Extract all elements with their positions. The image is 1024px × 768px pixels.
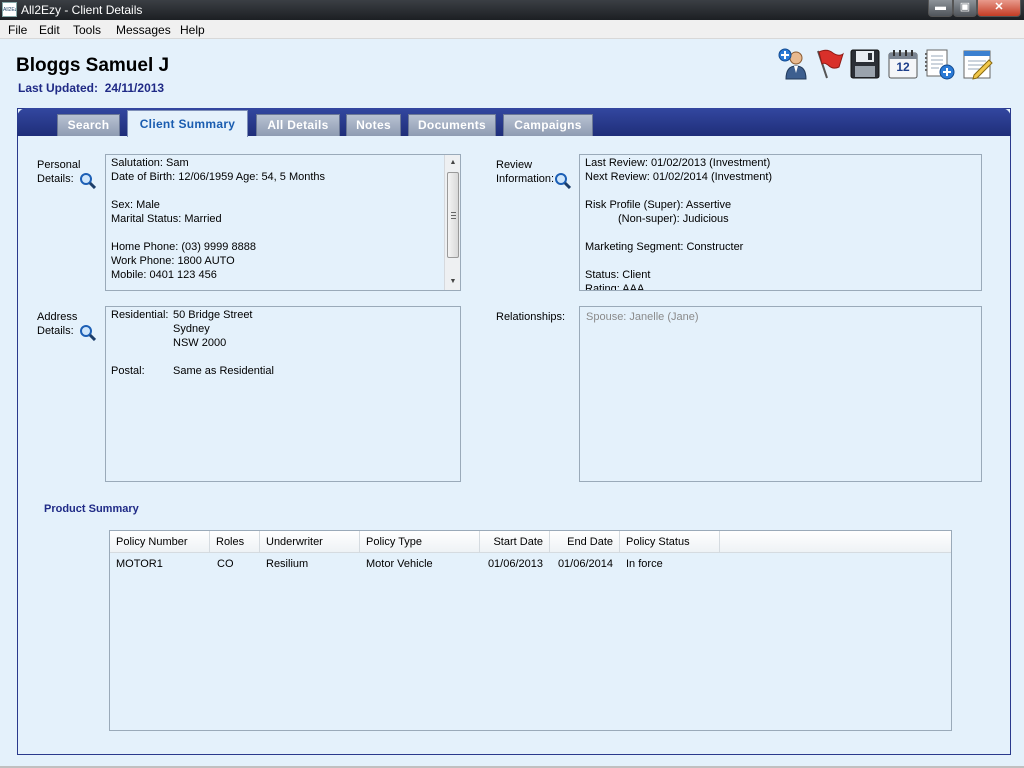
cell-policy-type: Motor Vehicle [366, 558, 433, 570]
address-details-box: Residential: 50 Bridge Street Sydney NSW… [105, 306, 461, 482]
review-rating: Rating: AAA [585, 283, 645, 291]
relationships-label: Relationships: [496, 311, 566, 323]
relationship-spouse[interactable]: Spouse: Janelle (Jane) [586, 311, 699, 323]
col-policy-status[interactable]: Policy Status [620, 531, 720, 553]
review-information-label: Review Information: [496, 159, 555, 185]
cell-end-date: 01/06/2014 [557, 558, 613, 570]
review-next-review: Next Review: 01/02/2014 (Investment) [585, 171, 773, 183]
calendar-icon[interactable]: 12 [887, 48, 919, 80]
product-summary-table: Policy Number Roles Underwriter Policy T… [109, 530, 952, 731]
relationships-box: Spouse: Janelle (Jane) [579, 306, 982, 482]
col-start-date[interactable]: Start Date [480, 531, 550, 553]
edit-notes-icon[interactable] [961, 48, 993, 80]
menu-bar: File Edit Tools Messages Help [0, 20, 1024, 39]
col-policy-type[interactable]: Policy Type [360, 531, 480, 553]
cell-policy-number: MOTOR1 [116, 558, 163, 570]
calendar-day: 12 [896, 60, 910, 74]
cell-start-date: 01/06/2013 [487, 558, 543, 570]
residential-state-postcode: NSW 2000 [173, 337, 227, 349]
personal-details-label: Personal Details: [37, 159, 81, 185]
tab-search[interactable]: Search [57, 114, 120, 136]
menu-messages[interactable]: Messages [116, 23, 171, 37]
personal-home-phone: Home Phone: (03) 9999 8888 [111, 241, 256, 253]
col-underwriter[interactable]: Underwriter [260, 531, 360, 553]
minimize-button[interactable]: ▬ [928, 0, 953, 17]
scroll-down-icon[interactable]: ▼ [445, 274, 460, 290]
tab-documents[interactable]: Documents [408, 114, 496, 136]
personal-marital-status: Marital Status: Married [111, 213, 222, 225]
close-button[interactable]: ✕ [977, 0, 1021, 17]
last-updated-label: Last Updated: [18, 81, 99, 95]
tab-campaigns[interactable]: Campaigns [503, 114, 593, 136]
flag-icon[interactable] [813, 48, 845, 80]
residential-label: Residential: [111, 309, 169, 321]
personal-details-search-icon[interactable] [79, 172, 96, 189]
last-updated-value: 24/11/2013 [104, 81, 165, 95]
personal-sex: Sex: Male [111, 199, 160, 211]
personal-dob: Date of Birth: 12/06/1959 Age: 54, 5 Mon… [111, 171, 326, 183]
personal-details-box: Salutation: Sam Date of Birth: 12/06/195… [105, 154, 461, 291]
menu-file[interactable]: File [8, 23, 27, 37]
product-summary-title: Product Summary [44, 503, 139, 515]
col-roles[interactable]: Roles [210, 531, 260, 553]
window-title: All2Ezy - Client Details [21, 3, 143, 17]
tab-client-summary[interactable]: Client Summary [127, 110, 248, 137]
cell-policy-status: In force [626, 558, 663, 570]
cell-underwriter: Resilium [266, 558, 309, 570]
personal-details-scrollbar[interactable]: ▲ ▼ [444, 155, 460, 290]
app-logo-icon: All2Ezy [2, 2, 17, 17]
table-header: Policy Number Roles Underwriter Policy T… [110, 531, 951, 553]
address-details-search-icon[interactable] [79, 324, 96, 341]
personal-mobile: Mobile: 0401 123 456 [111, 269, 217, 281]
tab-notes[interactable]: Notes [346, 114, 401, 136]
residential-street: 50 Bridge Street [173, 309, 253, 321]
menu-edit[interactable]: Edit [39, 23, 60, 37]
review-last-review: Last Review: 01/02/2013 (Investment) [585, 157, 771, 169]
review-status: Status: Client [585, 269, 651, 281]
maximize-button[interactable]: ▣ [953, 0, 977, 17]
review-information-search-icon[interactable] [554, 172, 571, 189]
review-information-box: Last Review: 01/02/2013 (Investment) Nex… [579, 154, 982, 291]
residential-city: Sydney [173, 323, 210, 335]
add-client-icon[interactable] [778, 48, 810, 80]
last-updated: Last Updated: 24/11/2013 [18, 81, 164, 95]
scroll-up-icon[interactable]: ▲ [445, 155, 460, 171]
menu-tools[interactable]: Tools [73, 23, 101, 37]
col-policy-number[interactable]: Policy Number [110, 531, 210, 553]
postal-value: Same as Residential [173, 365, 274, 377]
add-document-icon[interactable] [923, 48, 955, 80]
col-end-date[interactable]: End Date [550, 531, 620, 553]
cell-roles: CO [217, 558, 234, 570]
personal-work-phone: Work Phone: 1800 AUTO [111, 255, 235, 267]
save-icon[interactable] [849, 48, 881, 80]
review-risk-non-super: (Non-super): Judicious [618, 213, 729, 225]
review-risk-super: Risk Profile (Super): Assertive [585, 199, 732, 211]
postal-label: Postal: [111, 365, 145, 377]
title-bar: All2Ezy All2Ezy - Client Details ▬ ▣ ✕ [0, 0, 1024, 20]
personal-salutation: Salutation: Sam [111, 157, 189, 169]
review-marketing-segment: Marketing Segment: Constructer [585, 241, 744, 253]
menu-help[interactable]: Help [180, 23, 205, 37]
tab-all-details[interactable]: All Details [256, 114, 340, 136]
client-name: Bloggs Samuel J [16, 55, 170, 76]
scroll-thumb[interactable] [447, 172, 459, 258]
address-details-label: Address Details: [37, 311, 78, 337]
